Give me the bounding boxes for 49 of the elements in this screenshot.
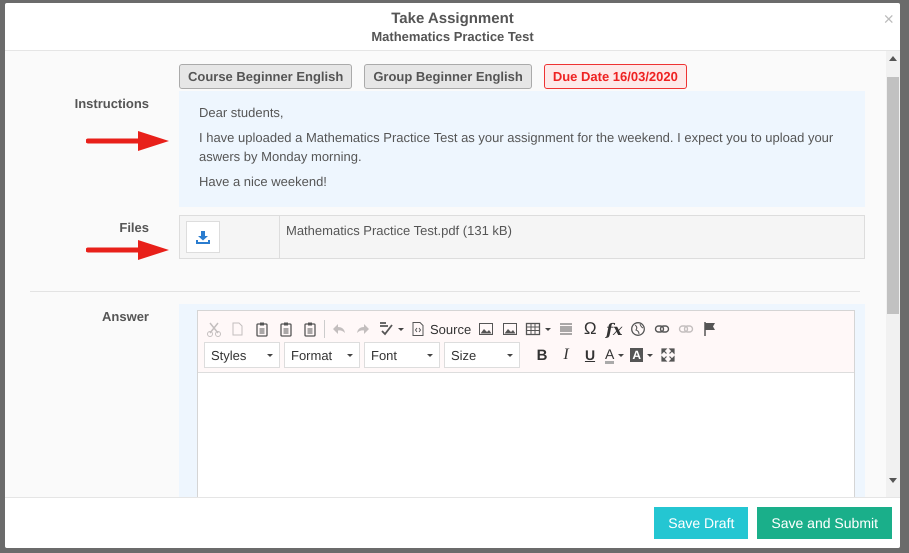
source-button[interactable]: Source: [409, 319, 472, 339]
dropdown[interactable]: Font: [364, 342, 440, 368]
field-label: Instructions: [74, 96, 150, 111]
globe-icon: [630, 321, 646, 337]
lines-icon: [558, 321, 574, 337]
scissors-icon: [206, 321, 222, 337]
clipboard-icon: [302, 321, 318, 337]
caret-icon: [267, 354, 273, 356]
caret-icon: [347, 354, 353, 356]
instructions-text: Dear students,: [199, 104, 285, 122]
spellcheck-icon: [378, 321, 394, 337]
italic-button[interactable]: I: [556, 345, 576, 365]
text-color-button[interactable]: A: [604, 345, 626, 365]
document-code-icon: [410, 321, 426, 337]
table-icon: [525, 321, 542, 337]
image-icon: [502, 321, 518, 337]
underline-button[interactable]: U: [580, 345, 600, 365]
image-icon: [478, 321, 494, 337]
dialog-title: Take Assignment: [391, 10, 514, 26]
caret-icon: [427, 354, 433, 356]
dialog-subtitle: Mathematics Practice Test: [371, 28, 534, 44]
dropdown[interactable]: Styles: [204, 342, 280, 368]
formula-button[interactable]: fx: [604, 319, 624, 339]
caret-icon: [507, 354, 513, 356]
background-color-button[interactable]: A: [629, 345, 654, 365]
info-tag[interactable]: Course Beginner English: [179, 64, 352, 89]
download-icon: [196, 230, 210, 244]
caret-icon: [545, 328, 552, 330]
caret-icon: [398, 328, 404, 330]
clipboard-icon: [254, 321, 270, 337]
download-button[interactable]: [186, 221, 220, 253]
maximize-icon: [661, 348, 676, 362]
instructions-text: Have a nice weekend!: [199, 173, 328, 191]
info-tag[interactable]: Group Beginner English: [364, 64, 532, 89]
caret-icon: [618, 354, 624, 356]
caret-icon: [647, 354, 654, 356]
clipboard-icon: [278, 321, 294, 337]
field-label: Files: [119, 220, 150, 235]
dropdown[interactable]: Format: [284, 342, 360, 368]
special-character-button[interactable]: Ω: [580, 319, 600, 339]
dropdown[interactable]: Size: [444, 342, 520, 368]
scrollbar[interactable]: [886, 51, 900, 497]
file-name: Mathematics Practice Test.pdf (131 kB): [285, 222, 513, 240]
due-date-tag[interactable]: Due Date 16/03/2020: [544, 64, 687, 89]
redo-icon: [355, 321, 371, 337]
rich-text-editor[interactable]: Source Ω fx Styles Format Font Size B I U A A: [197, 310, 855, 497]
bold-button[interactable]: B: [532, 345, 552, 365]
instructions-text: I have uploaded a Mathematics Practice Test as your assignment for the weekend. I expect you to upload your aswers by Monday morning.: [199, 129, 834, 166]
field-label: Answer: [102, 309, 150, 324]
